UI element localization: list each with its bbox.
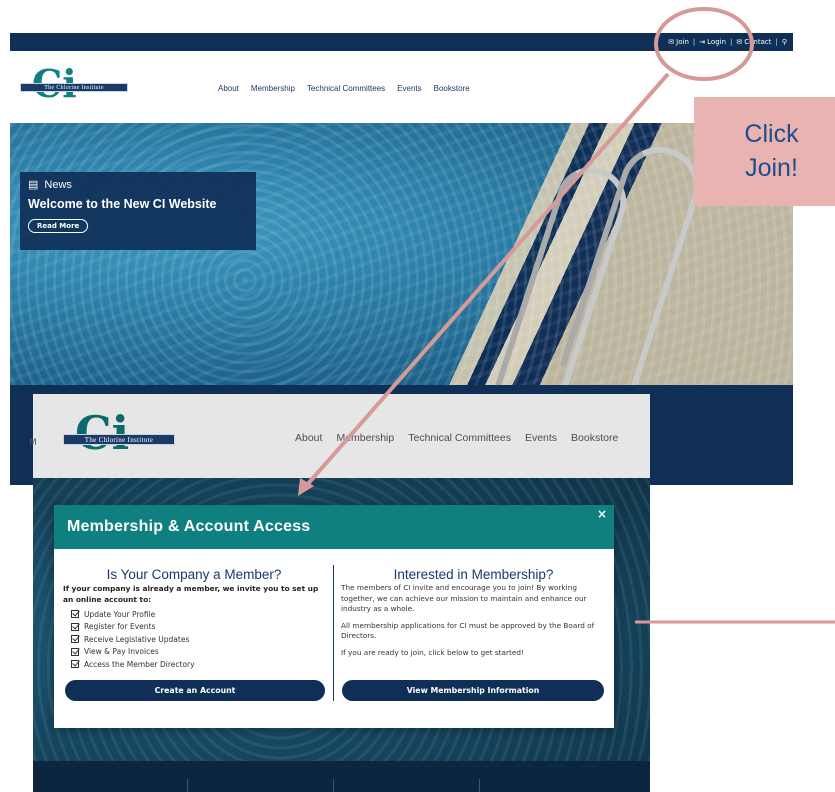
- news-card: ▤ News Welcome to the New CI Website Rea…: [20, 172, 256, 250]
- modal-body: Is Your Company a Member? If your compan…: [54, 549, 614, 728]
- main-nav: About Membership Technical Committees Ev…: [295, 432, 618, 444]
- nav-technical-committees[interactable]: Technical Committees: [307, 84, 385, 93]
- contact-link[interactable]: ✉ Contact: [736, 38, 771, 46]
- modal-title: Membership & Account Access: [67, 518, 311, 535]
- separator: |: [730, 38, 733, 46]
- click-join-callout: Click Join!: [694, 97, 835, 206]
- separator: |: [775, 38, 778, 46]
- nav-about[interactable]: About: [295, 432, 322, 444]
- nav-bookstore[interactable]: Bookstore: [434, 84, 470, 93]
- logo-mark: Ci: [75, 406, 130, 460]
- column-divider: [333, 565, 334, 701]
- join-link[interactable]: ✉ Join: [668, 38, 689, 46]
- list-item-label: View & Pay Invoices: [84, 647, 159, 657]
- news-label: News: [44, 178, 72, 191]
- list-item: View & Pay Invoices: [71, 646, 325, 659]
- list-item-label: Update Your Profile: [84, 609, 156, 619]
- logo-name: The Chlorine Institute: [63, 434, 175, 445]
- member-column: Is Your Company a Member? If your compan…: [63, 567, 325, 671]
- membership-modal: Membership & Account Access × Is Your Co…: [54, 505, 614, 728]
- checkbox-icon: [71, 622, 79, 631]
- list-item-label: Access the Member Directory: [84, 659, 195, 669]
- interest-heading: Interested in Membership?: [393, 567, 554, 582]
- checkbox-icon: [71, 635, 79, 644]
- search-icon[interactable]: ⚲: [782, 38, 787, 46]
- main-nav: About Membership Technical Committees Ev…: [218, 84, 470, 93]
- login-icon: ⇥: [699, 38, 706, 46]
- login-link[interactable]: ⇥ Login: [699, 38, 726, 46]
- callout-line-1: Click: [744, 119, 799, 148]
- member-intro: If your company is already a member, we …: [63, 584, 319, 605]
- close-icon[interactable]: ×: [597, 507, 607, 521]
- cropped-nav-letter: M: [29, 438, 37, 448]
- nav-events[interactable]: Events: [397, 84, 421, 93]
- checkbox-icon: [71, 647, 79, 656]
- nav-bookstore[interactable]: Bookstore: [571, 432, 618, 444]
- news-title: Welcome to the New CI Website: [28, 197, 217, 211]
- approval-paragraph: All membership applications for CI must …: [341, 620, 595, 641]
- benefit-list: Update Your Profile Register for Events …: [71, 608, 325, 671]
- list-item: Access the Member Directory: [71, 658, 325, 671]
- nav-events[interactable]: Events: [525, 432, 557, 444]
- read-more-button[interactable]: Read More: [28, 219, 89, 233]
- dimmed-footer: [33, 761, 650, 792]
- create-account-button[interactable]: Create an Account: [65, 680, 325, 701]
- footer-divider: [333, 779, 334, 792]
- mail-icon: ✉: [736, 38, 743, 46]
- view-membership-button[interactable]: View Membership Information: [342, 680, 604, 701]
- list-item-label: Receive Legislative Updates: [84, 634, 190, 644]
- news-header: ▤ News: [28, 178, 248, 192]
- list-item: Update Your Profile: [71, 608, 325, 621]
- nav-membership[interactable]: Membership: [336, 432, 394, 444]
- callout-line-2: Join!: [745, 153, 798, 182]
- main-header: Ci The Chlorine Institute About Membersh…: [10, 51, 793, 123]
- list-item: Receive Legislative Updates: [71, 633, 325, 646]
- footer-divider: [187, 779, 188, 792]
- dimmed-header: Ci The Chlorine Institute About Membersh…: [33, 394, 650, 478]
- site-logo: Ci The Chlorine Institute: [63, 406, 178, 464]
- checkbox-icon: [71, 660, 79, 669]
- checkbox-icon: [71, 610, 79, 619]
- nav-about[interactable]: About: [218, 84, 239, 93]
- interest-column: Interested in Membership? The members of…: [341, 567, 606, 664]
- nav-membership[interactable]: Membership: [251, 84, 295, 93]
- list-item-label: Register for Events: [84, 622, 156, 632]
- modal-header: Membership & Account Access ×: [54, 505, 614, 549]
- hero-banner: [10, 123, 793, 385]
- interest-paragraph: The members of CI invite and encourage y…: [341, 583, 587, 614]
- footer-divider: [479, 779, 480, 792]
- site-logo[interactable]: Ci The Chlorine Institute: [20, 61, 128, 115]
- separator: |: [692, 38, 696, 46]
- utility-bar: ✉ Join | ⇥ Login | ✉ Contact | ⚲: [10, 33, 793, 51]
- nav-technical-committees[interactable]: Technical Committees: [408, 432, 511, 444]
- list-item: Register for Events: [71, 621, 325, 634]
- logo-name: The Chlorine Institute: [20, 83, 128, 92]
- member-heading: Is Your Company a Member?: [106, 567, 282, 582]
- news-icon: ▤: [28, 179, 39, 191]
- join-icon: ✉: [668, 38, 675, 46]
- get-started-paragraph: If you are ready to join, click below to…: [341, 647, 524, 657]
